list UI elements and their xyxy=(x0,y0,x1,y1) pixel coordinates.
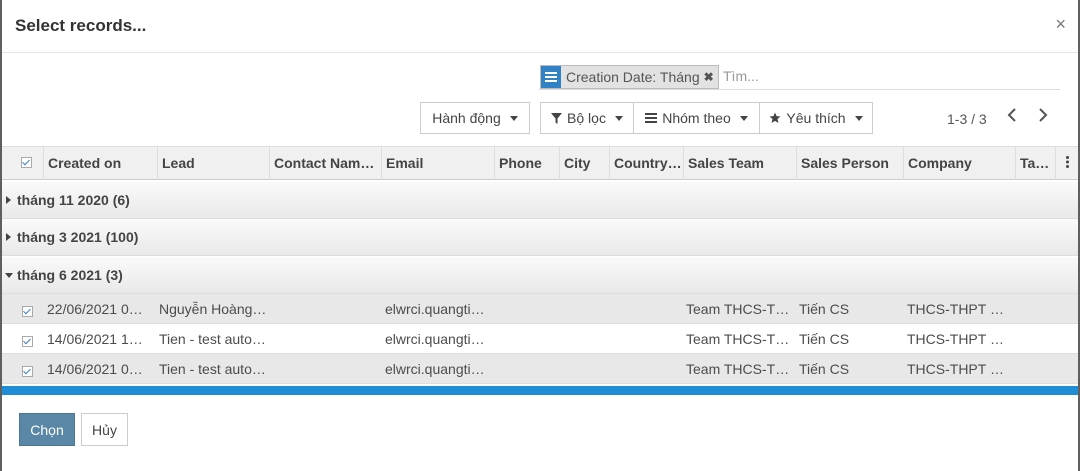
column-header[interactable]: Country… xyxy=(610,147,684,180)
filter-label: Bộ lọc xyxy=(567,110,606,126)
action-dropdown-button[interactable]: Hành động xyxy=(420,102,530,134)
chevron-down-icon xyxy=(739,115,748,121)
group-row[interactable]: tháng 6 2021 (3) xyxy=(2,257,1078,294)
close-icon[interactable]: × xyxy=(1055,14,1066,35)
column-header[interactable]: Sales Person xyxy=(797,147,904,180)
select-button[interactable]: Chọn xyxy=(19,413,75,446)
cell-company: THCS-THPT B… xyxy=(907,361,1013,377)
row-checkbox[interactable] xyxy=(22,364,33,380)
group-by-dropdown-button[interactable]: Nhóm theo xyxy=(633,102,760,134)
column-header[interactable]: Company xyxy=(904,147,1016,180)
table-row[interactable]: 14/06/2021 1… Tien - test auto… elwrci.q… xyxy=(2,324,1078,354)
filter-dropdown-button[interactable]: Bộ lọc xyxy=(540,102,634,134)
cell-company: THCS-THPT B… xyxy=(907,331,1013,347)
column-header[interactable]: Ta… xyxy=(1016,147,1056,180)
pager-value[interactable]: 1-3 / 3 xyxy=(947,111,987,127)
chevron-down-icon xyxy=(614,115,623,121)
cell-sales-person: Tiến CS xyxy=(799,361,850,377)
action-label: Hành động xyxy=(432,110,501,126)
search-facet: Creation Date: Tháng ✖ xyxy=(540,65,719,89)
dialog-title: Select records... xyxy=(15,16,147,35)
table-header: Created on Lead Contact Name… Email Phon… xyxy=(2,146,1078,180)
dialog-header: Select records... × xyxy=(2,0,1078,53)
cell-sales-team: Team THCS-T… xyxy=(686,361,790,377)
column-header[interactable]: Created on xyxy=(44,147,158,180)
row-checkbox[interactable] xyxy=(22,304,33,320)
cell-company: THCS-THPT B… xyxy=(907,301,1013,317)
group-label: tháng 3 2021 (100) xyxy=(17,229,139,245)
table-row[interactable]: 22/06/2021 0… Nguyễn Hoàng… elwrci.quang… xyxy=(2,294,1078,324)
table-row[interactable]: 14/06/2021 0… Tien - test auto… elwrci.q… xyxy=(2,354,1078,384)
row-checkbox[interactable] xyxy=(22,334,33,350)
column-header[interactable]: Email xyxy=(382,147,495,180)
search-bar: Creation Date: Tháng ✖ xyxy=(538,63,1060,90)
cell-email: elwrci.quangti… xyxy=(385,301,485,317)
column-header[interactable]: Lead xyxy=(158,147,270,180)
select-records-dialog: Select records... × Creation Date: Tháng… xyxy=(2,0,1078,471)
column-header[interactable]: Phone xyxy=(495,147,560,180)
cell-created-on: 22/06/2021 0… xyxy=(47,301,143,317)
column-header[interactable]: Sales Team xyxy=(684,147,797,180)
cell-created-on: 14/06/2021 1… xyxy=(47,331,143,347)
favorites-dropdown-button[interactable]: Yêu thích xyxy=(759,102,873,134)
facet-label: Creation Date: Tháng xyxy=(566,69,700,85)
cell-lead: Tien - test auto… xyxy=(159,361,266,377)
cell-email: elwrci.quangti… xyxy=(385,331,485,347)
cell-email: elwrci.quangti… xyxy=(385,361,485,377)
chevron-down-icon xyxy=(509,115,518,121)
group-label: tháng 6 2021 (3) xyxy=(17,267,123,283)
filter-icon xyxy=(551,112,563,124)
cell-sales-team: Team THCS-T… xyxy=(686,301,790,317)
cell-sales-team: Team THCS-T… xyxy=(686,331,790,347)
group-label: tháng 11 2020 (6) xyxy=(17,192,130,208)
checkbox-checked-icon xyxy=(22,336,33,347)
search-input[interactable] xyxy=(723,68,1053,84)
chevron-left-icon[interactable] xyxy=(1007,108,1017,127)
cell-sales-person: Tiến CS xyxy=(799,331,850,347)
caret-right-icon xyxy=(6,196,11,204)
chevron-right-icon[interactable] xyxy=(1038,108,1048,127)
cell-created-on: 14/06/2021 0… xyxy=(47,361,143,377)
accent-bar xyxy=(2,386,1078,395)
checkbox-checked-icon xyxy=(22,366,33,377)
list-icon xyxy=(645,113,658,123)
facet-list-icon xyxy=(541,66,561,88)
checkbox-checked-icon xyxy=(21,157,32,168)
column-header[interactable]: City xyxy=(560,147,610,180)
favorites-label: Yêu thích xyxy=(786,110,846,126)
checkbox-checked-icon xyxy=(22,306,33,317)
chevron-down-icon xyxy=(854,115,863,121)
caret-down-icon xyxy=(5,273,13,278)
cell-lead: Nguyễn Hoàng… xyxy=(159,301,267,317)
select-all-checkbox[interactable] xyxy=(2,147,44,180)
group-row[interactable]: tháng 11 2020 (6) xyxy=(2,182,1078,219)
group-row[interactable]: tháng 3 2021 (100) xyxy=(2,219,1078,256)
kebab-menu-icon[interactable] xyxy=(1056,147,1078,180)
cell-lead: Tien - test auto… xyxy=(159,331,266,347)
column-header[interactable]: Contact Name… xyxy=(270,147,382,180)
caret-right-icon xyxy=(6,233,11,241)
star-icon xyxy=(769,112,781,124)
cancel-button[interactable]: Hủy xyxy=(81,413,128,446)
group-by-label: Nhóm theo xyxy=(662,110,731,126)
cell-sales-person: Tiến CS xyxy=(799,301,850,317)
facet-remove-icon[interactable]: ✖ xyxy=(704,70,718,84)
